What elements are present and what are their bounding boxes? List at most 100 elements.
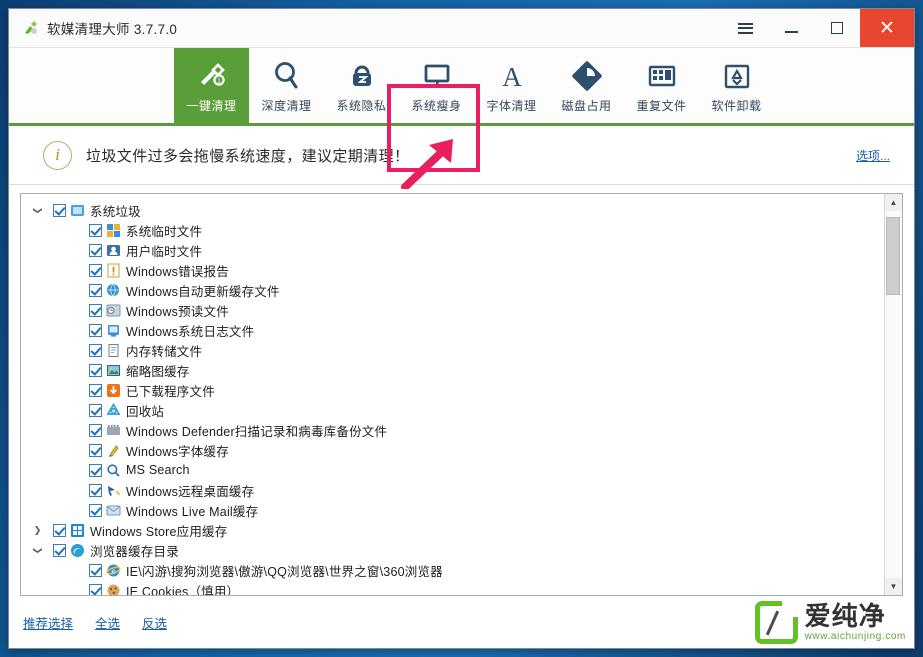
tree-row-checkbox[interactable] xyxy=(89,443,102,457)
toolbar-item-system-slim[interactable]: 系统瘦身 xyxy=(399,48,474,123)
vertical-scrollbar[interactable]: ▲ ▼ xyxy=(884,194,902,595)
tree-row-label: Windows自动更新缓存文件 xyxy=(126,284,280,299)
chevron-right-icon[interactable]: ❯ xyxy=(31,524,44,537)
tree-row[interactable]: 系统临时文件 xyxy=(21,220,884,240)
tree-row-checkbox[interactable] xyxy=(89,263,102,277)
window-controls: ✕ xyxy=(722,9,914,47)
toolbar-item-system-privacy[interactable]: 系统隐私 xyxy=(324,48,399,123)
user-temp-icon xyxy=(106,243,121,258)
notice-bar: i 垃圾文件过多会拖慢系统速度，建议定期清理！ 选项... xyxy=(9,126,914,185)
dump-doc-icon xyxy=(106,343,121,358)
toolbar-item-deep-clean[interactable]: 深度清理 xyxy=(249,48,324,123)
temp-file-icon xyxy=(106,223,121,238)
tree-row-label: 回收站 xyxy=(126,404,165,419)
tree-row[interactable]: ❯ Windows Store应用缓存 xyxy=(21,520,884,540)
close-icon: ✕ xyxy=(879,16,895,39)
tree-row[interactable]: Windows字体缓存 xyxy=(21,440,884,460)
ie-icon: e xyxy=(106,563,121,578)
tree-row-checkbox[interactable] xyxy=(89,503,102,517)
window-title: 软媒清理大师 3.7.7.0 xyxy=(47,22,178,37)
invert-selection-link[interactable]: 反选 xyxy=(142,613,167,632)
cleanup-tree[interactable]: ❯ 系统垃圾 系统临时文件用户临时文件 Windows错误报告 Windows自动更新缓… xyxy=(21,194,884,595)
tree-row-checkbox[interactable] xyxy=(53,543,66,557)
tree-row-checkbox[interactable] xyxy=(89,383,102,397)
recycle-icon xyxy=(106,402,121,418)
tree-row[interactable]: Windows系统日志文件 xyxy=(21,320,884,340)
recommended-selection-link[interactable]: 推荐选择 xyxy=(23,613,73,632)
tree-row-checkbox[interactable] xyxy=(89,343,102,357)
chevron-down-icon[interactable]: ❯ xyxy=(31,204,44,217)
tree-row-checkbox[interactable] xyxy=(89,223,102,237)
monitor-icon xyxy=(420,58,454,94)
tree-row-checkbox[interactable] xyxy=(89,363,102,377)
chevron-down-icon[interactable]: ❯ xyxy=(31,544,44,557)
close-button[interactable]: ✕ xyxy=(860,9,914,47)
tree-row[interactable]: 回收站 xyxy=(21,400,884,420)
tree-row-checkbox[interactable] xyxy=(89,243,102,257)
tree-row-checkbox[interactable] xyxy=(89,563,102,577)
tree-row-label: 用户临时文件 xyxy=(126,244,203,259)
edge-icon xyxy=(70,543,85,558)
scroll-down-button[interactable]: ▼ xyxy=(885,578,902,595)
tree-row-label: Windows远程桌面缓存 xyxy=(126,484,255,499)
tree-row[interactable]: 已下载程序文件 xyxy=(21,380,884,400)
toolbar-item-software-uninstall[interactable]: 软件卸载 xyxy=(699,48,774,123)
tree-row[interactable]: Windows Defender扫描记录和病毒库备份文件 xyxy=(21,420,884,440)
store-icon xyxy=(70,523,85,538)
tree-row[interactable]: 内存转储文件 xyxy=(21,340,884,360)
mail-icon xyxy=(106,503,121,518)
watermark-text: 爱纯净 www.aichunjing.com xyxy=(805,603,906,642)
desktop-background: 软媒清理大师 3.7.7.0 ✕ 1 一键清理 深度清理 系统隐私 系统瘦身 A… xyxy=(0,0,923,657)
tree-row-checkbox[interactable] xyxy=(53,523,66,537)
tree-row[interactable]: IE Cookies（慎用） xyxy=(21,580,884,595)
list-panel-wrapper: ❯ 系统垃圾 系统临时文件用户临时文件 Windows错误报告 Windows自动更新缓… xyxy=(9,185,914,596)
application-window: 软媒清理大师 3.7.7.0 ✕ 1 一键清理 深度清理 系统隐私 系统瘦身 A… xyxy=(8,8,915,649)
options-link[interactable]: 选项... xyxy=(856,147,890,164)
tree-row[interactable]: ❯ 系统垃圾 xyxy=(21,200,884,220)
tree-row-label: Windows字体缓存 xyxy=(126,444,229,459)
svg-text:e: e xyxy=(111,567,115,575)
tree-row-checkbox[interactable] xyxy=(53,203,66,217)
tree-row-checkbox[interactable] xyxy=(89,403,102,417)
tree-row-checkbox[interactable] xyxy=(89,303,102,317)
toolbar-item-disk-usage[interactable]: 磁盘占用 xyxy=(549,48,624,123)
tree-row-checkbox[interactable] xyxy=(89,483,102,497)
select-all-link[interactable]: 全选 xyxy=(95,613,120,632)
maximize-button[interactable] xyxy=(814,9,860,47)
tree-row[interactable]: Windows远程桌面缓存 xyxy=(21,480,884,500)
tree-row-checkbox[interactable] xyxy=(89,463,102,477)
tree-row-label: Windows Store应用缓存 xyxy=(90,524,228,539)
minimize-button[interactable] xyxy=(768,9,814,47)
grid-files-icon xyxy=(645,58,679,94)
tree-row-checkbox[interactable] xyxy=(89,583,102,595)
toolbar-label: 一键清理 xyxy=(186,98,237,113)
toolbar-item-font-clean[interactable]: A 字体清理 xyxy=(474,48,549,123)
tree-row[interactable]: ❯ 浏览器缓存目录 xyxy=(21,540,884,560)
toolbar-item-one-click-clean[interactable]: 1 一键清理 xyxy=(174,48,249,123)
menu-hamburger-button[interactable] xyxy=(722,9,768,47)
scroll-up-button[interactable]: ▲ xyxy=(885,194,902,211)
tree-row-label: MS Search xyxy=(126,463,190,477)
scrollbar-thumb[interactable] xyxy=(886,217,900,295)
prefetch-icon xyxy=(106,303,121,318)
tree-row[interactable]: 缩略图缓存 xyxy=(21,360,884,380)
tree-row-label: 已下载程序文件 xyxy=(126,384,215,399)
recycle-box-icon xyxy=(720,58,754,94)
tree-row[interactable]: Windows Live Mail缓存 xyxy=(21,500,884,520)
toolbar-item-duplicate-files[interactable]: 重复文件 xyxy=(624,48,699,123)
tree-row[interactable]: 用户临时文件 xyxy=(21,240,884,260)
tree-row-checkbox[interactable] xyxy=(89,323,102,337)
info-circle-icon: i xyxy=(43,140,72,170)
tree-row-checkbox[interactable] xyxy=(89,283,102,297)
brush-icon: 1 xyxy=(195,58,229,94)
scrollbar-track[interactable] xyxy=(885,211,902,578)
tree-row-label: 缩略图缓存 xyxy=(126,364,190,379)
tree-row[interactable]: MS Search xyxy=(21,460,884,480)
tree-row[interactable]: e IE\闪游\搜狗浏览器\傲游\QQ浏览器\世界之窗\360浏览器 xyxy=(21,560,884,580)
tree-row[interactable]: Windows预读文件 xyxy=(21,300,884,320)
tree-row-checkbox[interactable] xyxy=(89,423,102,437)
tree-row[interactable]: Windows错误报告 xyxy=(21,260,884,280)
tree-row[interactable]: Windows自动更新缓存文件 xyxy=(21,280,884,300)
aichunjing-logo-icon xyxy=(754,601,798,644)
thumbnail-icon xyxy=(106,363,121,378)
